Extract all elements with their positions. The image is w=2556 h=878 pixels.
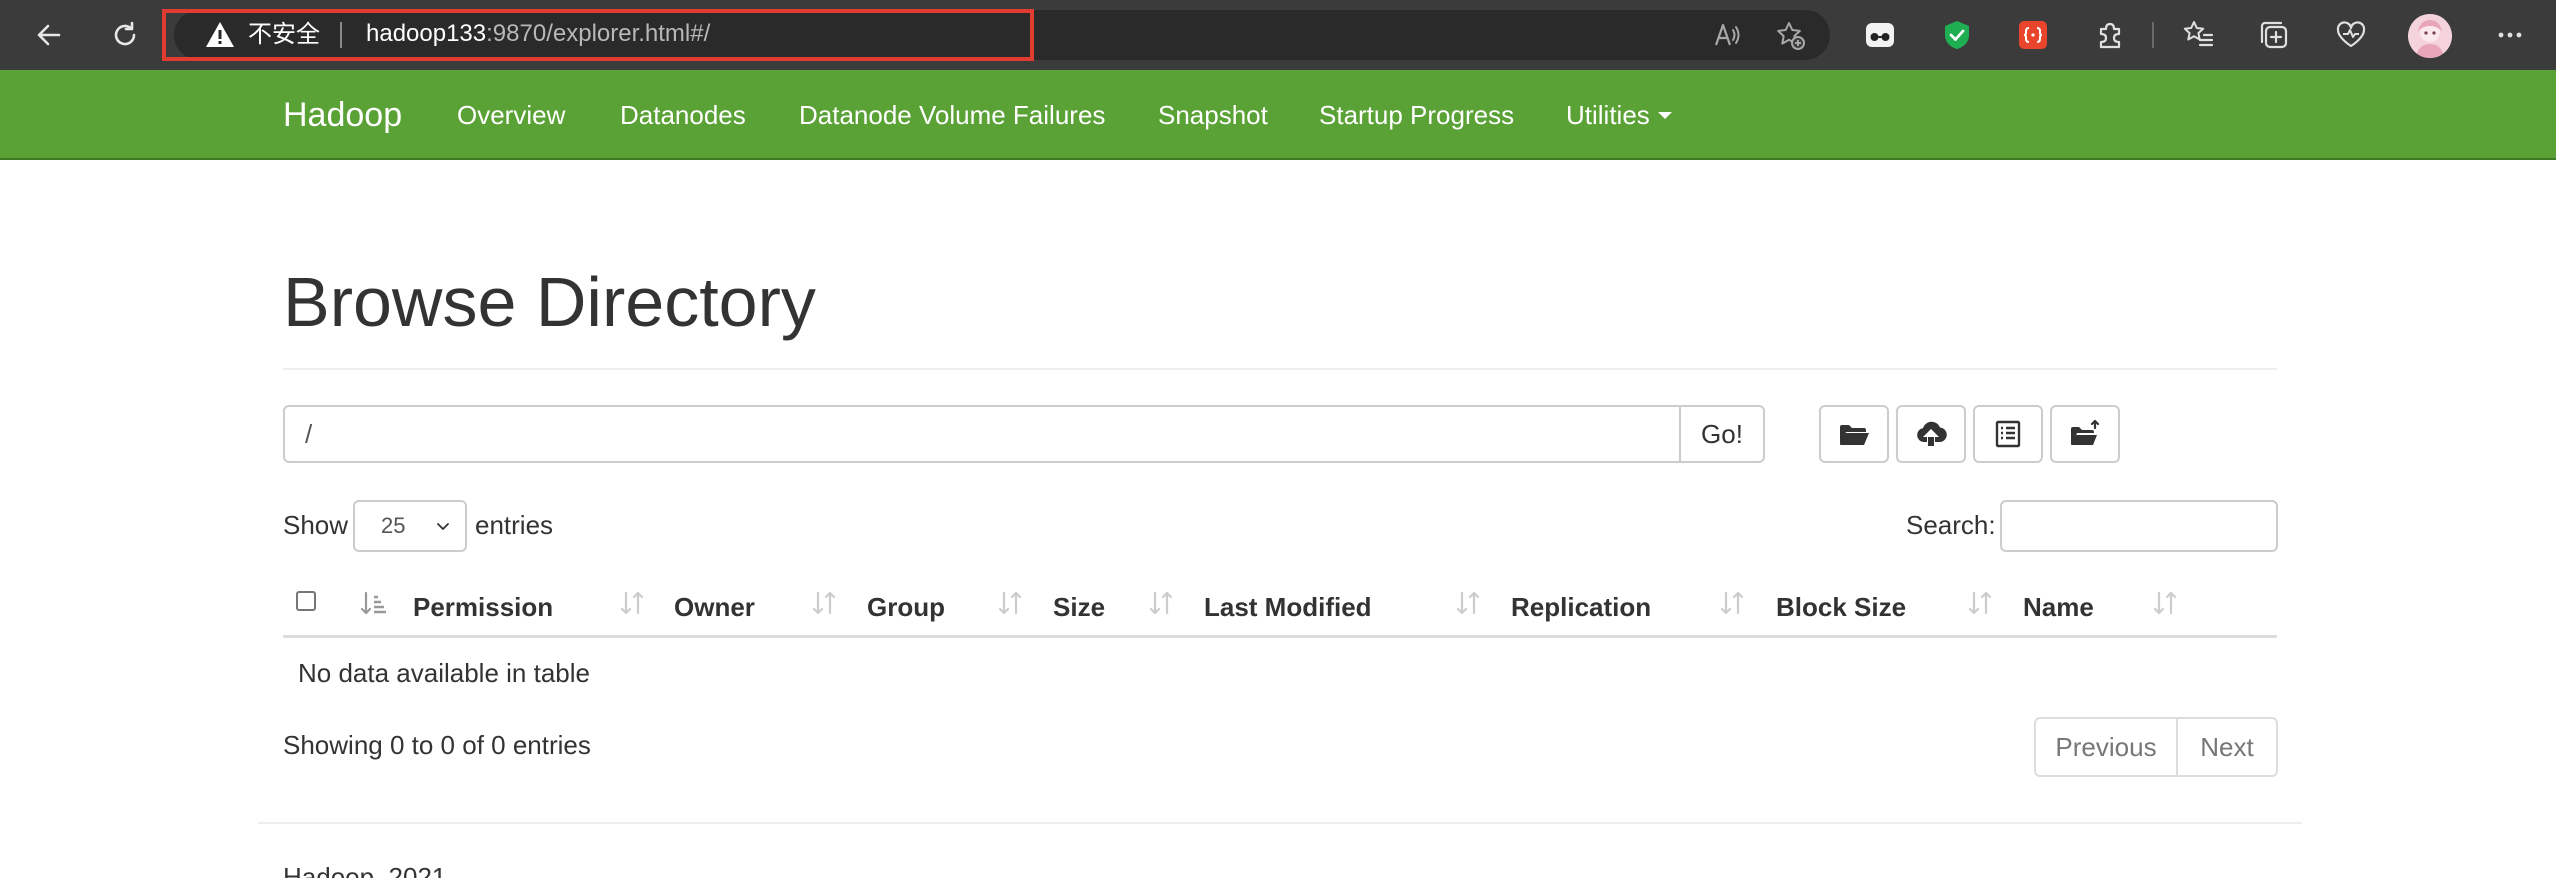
- directory-path-input[interactable]: [283, 405, 1681, 463]
- sort-both-icon[interactable]: [2151, 589, 2179, 617]
- next-page-button[interactable]: Next: [2178, 717, 2278, 777]
- collections-button[interactable]: [2254, 15, 2294, 55]
- read-aloud-icon: [1714, 23, 1740, 46]
- arrow-left-icon: [37, 24, 61, 46]
- column-last-modified[interactable]: Last Modified: [1204, 590, 1372, 624]
- page-title: Browse Directory: [283, 263, 816, 341]
- avatar-icon: [2408, 14, 2452, 58]
- heart-pulse-icon: [2336, 21, 2366, 48]
- sort-both-icon[interactable]: [1966, 589, 1994, 617]
- favorites-button[interactable]: [2178, 15, 2218, 55]
- paste-button[interactable]: [2050, 405, 2120, 463]
- hadoop-navbar: Hadoop Overview Datanodes Datanode Volum…: [0, 70, 2556, 160]
- nav-utilities-dropdown[interactable]: Utilities: [1566, 98, 1672, 132]
- extensions-button[interactable]: [2090, 15, 2130, 55]
- sort-amount-down-icon[interactable]: [359, 589, 387, 617]
- shield-check-icon: [1945, 21, 1969, 49]
- entries-label: entries: [475, 510, 554, 540]
- pagination: Previous Next: [2034, 717, 2278, 777]
- footer-text: Hadoop, 2021.: [283, 862, 454, 878]
- create-directory-button[interactable]: [1819, 405, 1889, 463]
- title-divider: [283, 368, 2277, 370]
- nav-overview[interactable]: Overview: [457, 98, 565, 132]
- sort-both-icon[interactable]: [1147, 589, 1175, 617]
- nav-datanode-volume-failures[interactable]: Datanode Volume Failures: [799, 98, 1105, 132]
- profile-avatar[interactable]: [2408, 14, 2452, 58]
- table-info: Showing 0 to 0 of 0 entries: [283, 730, 591, 760]
- puzzle-icon: [2099, 22, 2121, 49]
- show-label: Show: [283, 510, 349, 540]
- nav-startup-progress[interactable]: Startup Progress: [1319, 98, 1514, 132]
- nav-utilities-label: Utilities: [1566, 100, 1650, 130]
- sort-both-icon[interactable]: [618, 589, 646, 617]
- table-search-input[interactable]: [2000, 500, 2278, 552]
- list-icon: [1995, 420, 2021, 448]
- cloud-upload-icon: [1917, 421, 1947, 446]
- add-favorite-button[interactable]: [1772, 17, 1808, 53]
- cut-button[interactable]: [1973, 405, 2043, 463]
- column-group[interactable]: Group: [867, 590, 945, 624]
- star-add-icon: [1777, 22, 1805, 50]
- column-size[interactable]: Size: [1053, 590, 1105, 624]
- glasses-icon: [1866, 23, 1894, 47]
- table-empty-message: No data available in table: [298, 658, 590, 688]
- entries-per-page-select[interactable]: 25: [353, 500, 467, 552]
- chevron-down-icon: [437, 523, 449, 530]
- extension-json-button[interactable]: [2013, 15, 2053, 55]
- move-folder-icon: [2071, 419, 2100, 445]
- more-options-button[interactable]: [2490, 15, 2530, 55]
- ellipsis-icon: [2498, 32, 2522, 38]
- column-name[interactable]: Name: [2023, 590, 2094, 624]
- go-button[interactable]: Go!: [1679, 405, 1765, 463]
- browser-toolbar: 不安全 hadoop133:9870/explorer.html#/: [0, 0, 2556, 70]
- column-block-size[interactable]: Block Size: [1776, 590, 1906, 624]
- collections-icon: [2260, 21, 2288, 49]
- toolbar-divider: [2152, 22, 2154, 48]
- nav-datanodes[interactable]: Datanodes: [620, 98, 746, 132]
- caret-down-icon: [1657, 111, 1672, 119]
- code-braces-icon: [2019, 21, 2047, 49]
- refresh-icon: [114, 21, 136, 46]
- performance-button[interactable]: [2331, 15, 2371, 55]
- upload-files-button[interactable]: [1896, 405, 1966, 463]
- entries-per-page-value: 25: [381, 513, 406, 538]
- navbar-brand[interactable]: Hadoop: [283, 94, 402, 136]
- column-permission[interactable]: Permission: [413, 590, 553, 624]
- footer-divider: [258, 822, 2302, 824]
- extension-glasses-button[interactable]: [1860, 15, 1900, 55]
- sort-both-icon[interactable]: [1454, 589, 1482, 617]
- previous-page-button[interactable]: Previous: [2034, 717, 2178, 777]
- address-highlight-box: [162, 9, 1034, 61]
- folder-open-icon: [1840, 425, 1869, 445]
- sort-both-icon[interactable]: [1718, 589, 1746, 617]
- sort-both-icon[interactable]: [996, 589, 1024, 617]
- column-replication[interactable]: Replication: [1511, 590, 1651, 624]
- search-label: Search:: [1906, 510, 1996, 540]
- extension-shield-button[interactable]: [1937, 15, 1977, 55]
- star-list-icon: [2183, 21, 2214, 47]
- reload-button[interactable]: [102, 12, 148, 58]
- nav-snapshot[interactable]: Snapshot: [1158, 98, 1268, 132]
- select-all-checkbox[interactable]: [296, 591, 316, 611]
- back-button[interactable]: [26, 12, 72, 58]
- table-header: Permission Owner Group Size Last Modifie…: [283, 574, 2277, 638]
- column-owner[interactable]: Owner: [674, 590, 755, 624]
- sort-both-icon[interactable]: [810, 589, 838, 617]
- read-aloud-button[interactable]: [1710, 17, 1746, 53]
